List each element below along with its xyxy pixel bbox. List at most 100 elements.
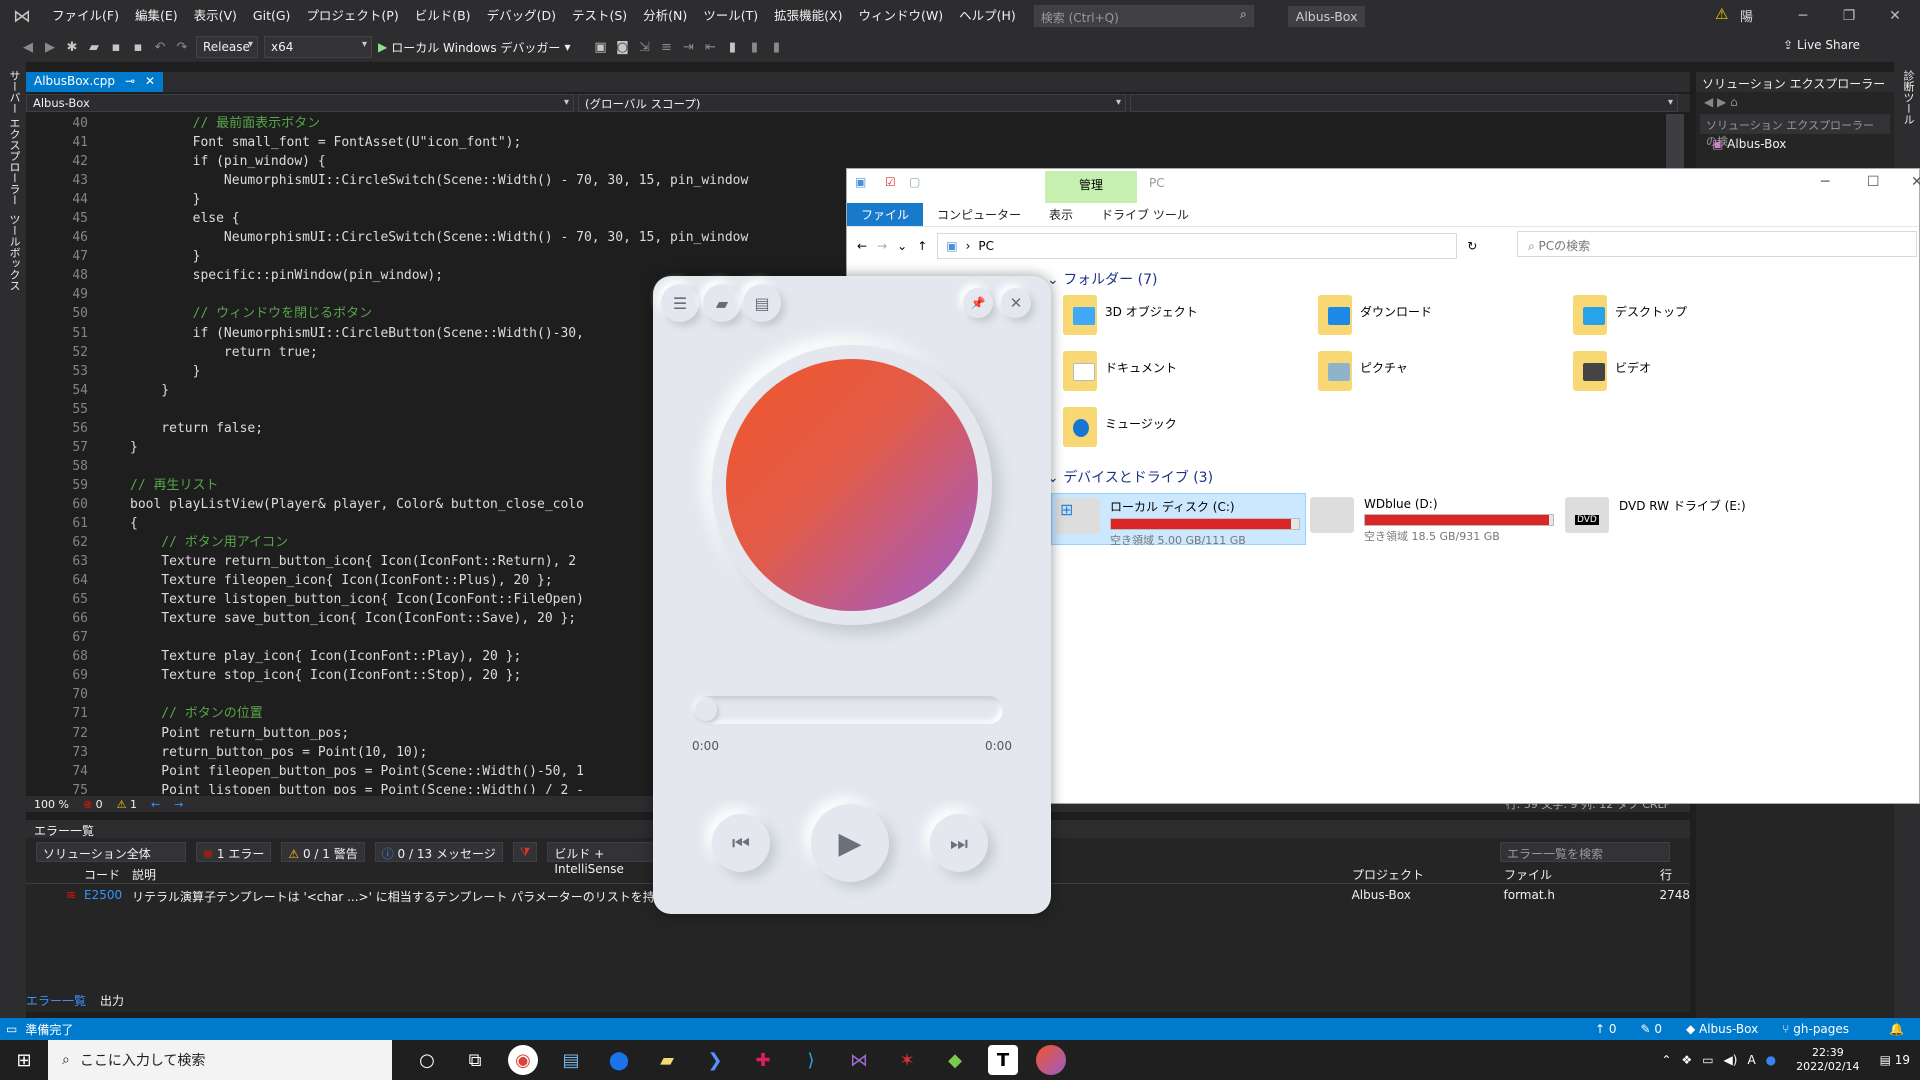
tab-computer[interactable]: コンピューター [923,203,1035,226]
back-arrow-icon[interactable]: ← [857,239,867,253]
warning-icon[interactable]: ⚠ [1715,5,1728,23]
server-explorer-tab[interactable]: サーバー エクスプローラー [6,70,22,206]
recent-chevron-icon[interactable]: ⌄ [897,239,907,253]
tab-error-list[interactable]: エラー一覧 [26,992,86,1009]
forward-arrow-icon[interactable]: → [877,239,887,253]
folder-pictures[interactable]: ピクチャ [1318,351,1573,397]
live-share-button[interactable]: ⇪ Live Share [1783,38,1860,52]
edge-tray-icon[interactable]: ● [1766,1053,1776,1067]
file-explorer-icon[interactable]: ▰ [652,1045,682,1075]
solution-root-node[interactable]: ▣ Albus-Box [1696,134,1894,154]
taskbar-search[interactable]: ⌕ ここに入力して検索 [48,1040,392,1080]
messages-filter-button[interactable]: ⓘ 0 / 13 メッセージ [374,842,503,862]
menu-item-0[interactable]: ファイル(F) [44,0,127,32]
explorer-search[interactable]: ⌕ PCの検索 [1517,231,1917,257]
seek-bar[interactable] [693,696,1003,724]
network-icon[interactable]: ▭ [1702,1053,1713,1067]
chrome-icon[interactable]: ◉ [508,1045,538,1075]
outdent-icon[interactable]: ⇤ [702,40,718,55]
filter-icon[interactable]: ⧩ [512,842,538,862]
home-icon[interactable]: ⌂ [1730,95,1738,109]
save-icon[interactable]: ▪ [108,40,124,55]
settings-sliders-button[interactable]: ☰ [661,284,699,322]
save-all-icon[interactable]: ▪ [130,40,146,55]
menu-item-6[interactable]: デバッグ(D) [479,0,564,32]
menu-item-8[interactable]: 分析(N) [635,0,695,32]
close-button[interactable]: ✕ [1001,288,1031,318]
dropbox-icon[interactable]: ❖ [1681,1053,1692,1067]
play-button[interactable]: ▶ [811,804,889,882]
prev-issue-icon[interactable]: ← [151,798,160,811]
folder-3d-objects[interactable]: 3D オブジェクト [1063,295,1318,341]
refresh-icon[interactable]: ↻ [1467,239,1477,253]
volume-icon[interactable]: ◀) [1724,1053,1738,1067]
ime-indicator[interactable]: A [1747,1053,1755,1067]
drive-c[interactable]: ⊞ ローカル ディスク (C:) 空き領域 5.00 GB/111 GB [1051,493,1306,547]
tab-albusbox-cpp[interactable]: AlbusBox.cpp ⊸ ✕ [26,72,164,92]
error-code-link[interactable]: E2500 [84,888,132,908]
slack-icon[interactable]: ✚ [748,1045,778,1075]
errors-filter-button[interactable]: ⊗ 1 エラー [196,842,272,862]
powershell-icon[interactable]: ❯ [700,1045,730,1075]
menu-item-4[interactable]: プロジェクト(P) [298,0,406,32]
action-center-icon[interactable]: ▤ 19 [1880,1053,1910,1067]
toolbox-tab[interactable]: ツールボックス [6,214,22,291]
error-search-input[interactable]: エラー一覧を検索 [1500,842,1670,862]
tray-expand-icon[interactable]: ⌃ [1661,1053,1671,1067]
menu-item-5[interactable]: ビルド(B) [407,0,479,32]
menu-item-12[interactable]: ヘルプ(H) [951,0,1024,32]
step-icon[interactable]: ⇲ [636,40,652,55]
platform-select[interactable]: x64 [264,36,372,58]
minimize-icon[interactable]: ─ [1780,0,1826,32]
folder-videos[interactable]: ビデオ [1573,351,1828,397]
camera-icon[interactable]: ◙ [614,40,630,55]
cortana-icon[interactable]: ○ [412,1045,442,1075]
new-folder-icon[interactable]: ▢ [909,175,920,189]
folder-desktop[interactable]: デスクトップ [1573,295,1828,341]
github-desktop-icon[interactable]: ◆ [940,1045,970,1075]
open-folder-button[interactable]: ▰ [703,284,741,322]
minimize-icon[interactable]: ─ [1821,174,1829,190]
vscode-icon[interactable]: ⟩ [796,1045,826,1075]
changes-count[interactable]: ✎ 0 [1640,1022,1662,1036]
menu-item-11[interactable]: ウィンドウ(W) [850,0,951,32]
playlist-button[interactable]: ▤ [743,284,781,322]
diagnostic-tools-tab[interactable]: 診断ツール [1900,70,1916,125]
visual-studio-icon[interactable]: ⋈ [844,1045,874,1075]
project-nav-select[interactable]: Albus-Box [26,94,574,112]
menu-item-9[interactable]: ツール(T) [695,0,766,32]
warning-count[interactable]: ⚠ 1 [117,798,137,811]
drive-d[interactable]: WDblue (D:) 空き領域 18.5 GB/931 GB [1306,493,1561,545]
folder-music[interactable]: ミュージック [1063,407,1318,453]
next-issue-icon[interactable]: → [174,798,183,811]
back-icon[interactable]: ◀ [20,40,36,55]
open-folder-icon[interactable]: ▰ [86,40,102,55]
menu-item-2[interactable]: 表示(V) [186,0,245,32]
address-bar[interactable]: ▣ › PC [937,233,1458,259]
tab-drive-tools[interactable]: ドライブ ツール [1087,203,1203,226]
address-text[interactable]: PC [978,239,994,253]
folder-documents[interactable]: ドキュメント [1063,351,1318,397]
tab-file[interactable]: ファイル [847,203,924,226]
format-icon[interactable]: ≡ [658,40,674,55]
pin-icon[interactable]: ⊸ [125,74,135,90]
push-count[interactable]: ↑ 0 [1595,1022,1617,1036]
error-scope-select[interactable]: ソリューション全体 [36,842,186,862]
indent-icon[interactable]: ⇥ [680,40,696,55]
menu-item-7[interactable]: テスト(S) [564,0,635,32]
notification-bell-icon[interactable]: 🔔 [1889,1022,1904,1036]
bookmark-next-icon[interactable]: ▮ [768,40,784,55]
col-file[interactable]: ファイル [1504,866,1660,883]
browser-link-icon[interactable]: ▣ [592,40,608,55]
clock[interactable]: 22:39 2022/02/14 [1796,1046,1859,1074]
solution-explorer-search[interactable]: ソリューション エクスプローラー の検 [1700,114,1890,148]
store-app-icon[interactable]: ▤ [556,1045,586,1075]
repo-name[interactable]: ◆ Albus-Box [1686,1022,1758,1036]
start-debug-button[interactable]: ▶ ローカル Windows デバッガー ▾ [378,39,570,56]
redo-icon[interactable]: ↷ [174,40,190,55]
manage-tab[interactable]: 管理 [1079,176,1103,193]
sourcetree-like-icon[interactable]: ✶ [892,1045,922,1075]
error-count[interactable]: ⊗ 0 [83,798,103,811]
bookmark-icon[interactable]: ▮ [724,40,740,55]
windows-start-icon[interactable]: ⊞ [0,1050,48,1071]
